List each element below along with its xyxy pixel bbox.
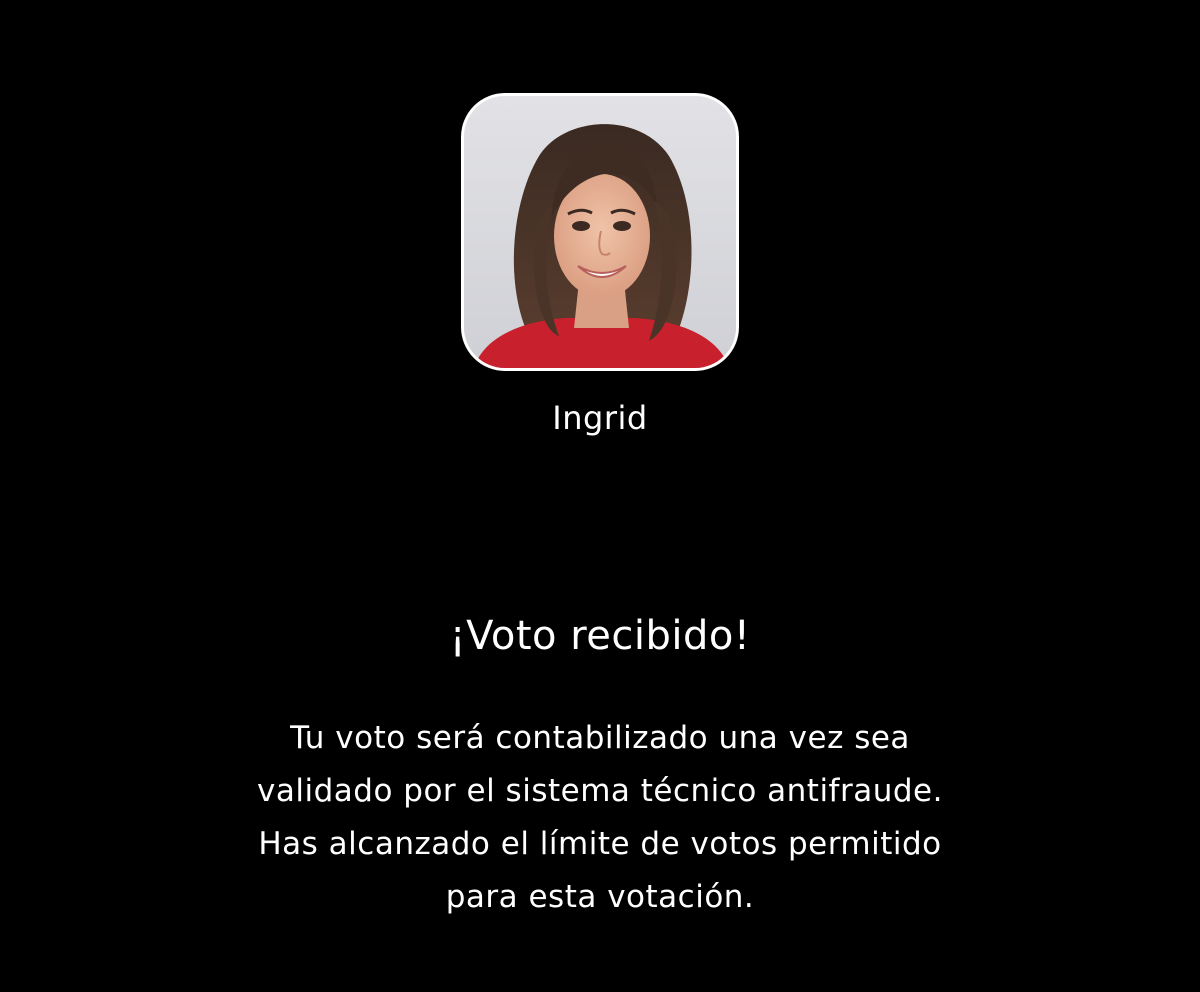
- contestant-avatar: [461, 93, 739, 371]
- vote-confirmation-title: ¡Voto recibido!: [449, 613, 751, 659]
- message-line: para esta votación.: [445, 879, 755, 915]
- message-line: validado por el sistema técnico antifrau…: [257, 773, 943, 809]
- vote-confirmation-message: Tu voto será contabilizado una vez sea v…: [150, 712, 1050, 924]
- contestant-name: Ingrid: [552, 399, 648, 437]
- message-line: Has alcanzado el límite de votos permiti…: [258, 826, 942, 862]
- message-line: Tu voto será contabilizado una vez sea: [290, 720, 910, 756]
- contestant-photo: [464, 96, 736, 368]
